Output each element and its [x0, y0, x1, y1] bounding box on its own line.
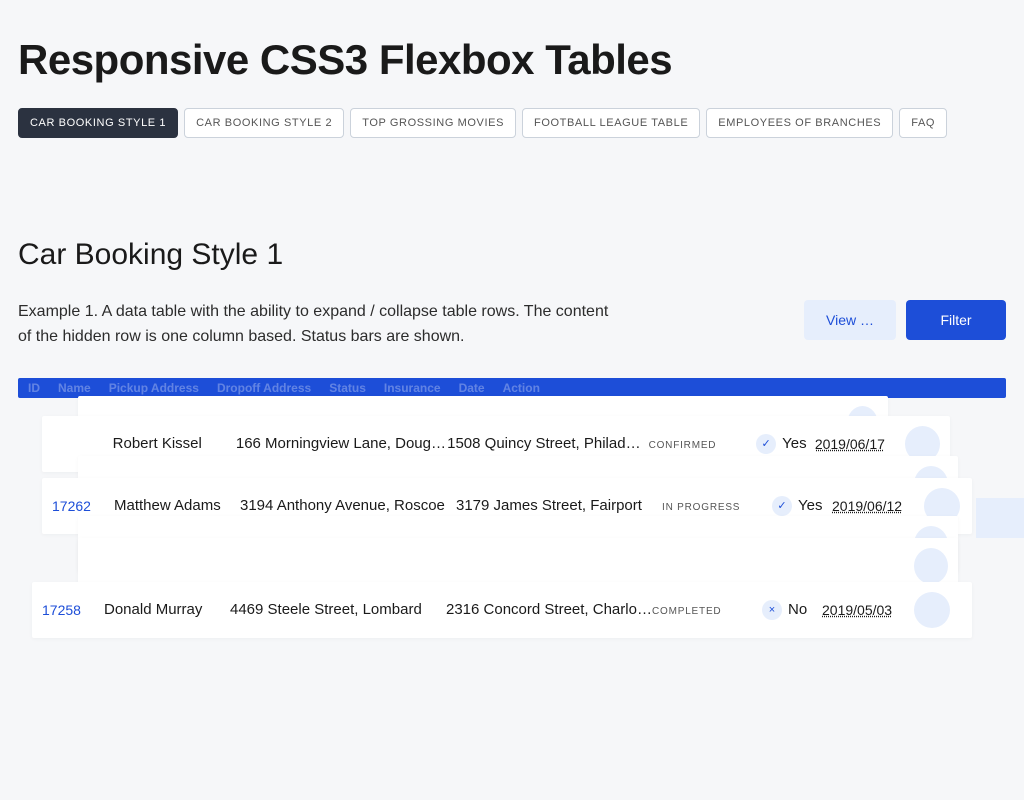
example-description: Example 1. A data table with the ability… [18, 300, 618, 350]
pickup-address: 4469 Steele Street, Lombard [230, 601, 446, 618]
expanded-row-hint [976, 498, 1024, 538]
tabs: CAR BOOKING STYLE 1 CAR BOOKING STYLE 2 … [18, 108, 1006, 138]
insurance-cell: ✓Yes [756, 434, 815, 454]
tab-top-grossing-movies[interactable]: TOP GROSSING MOVIES [350, 108, 516, 138]
row-action[interactable] [914, 592, 950, 628]
tab-faq[interactable]: FAQ [899, 108, 947, 138]
bookings-table: ID Name Pickup Address Dropoff Address S… [18, 378, 1006, 618]
tab-car-booking-style-1[interactable]: CAR BOOKING STYLE 1 [18, 108, 178, 138]
status-badge: CONFIRMED [649, 435, 757, 452]
tab-car-booking-style-2[interactable]: CAR BOOKING STYLE 2 [184, 108, 344, 138]
status-badge: COMPLETED [652, 601, 762, 618]
page-title: Responsive CSS3 Flexbox Tables [18, 36, 1006, 84]
insurance-cell: ✓Yes [772, 496, 832, 516]
table-headers: ID Name Pickup Address Dropoff Address S… [28, 381, 996, 395]
check-icon: ✓ [756, 434, 776, 454]
booking-id-link[interactable]: 17258 [42, 602, 104, 618]
booking-date: 2019/06/12 [832, 498, 924, 514]
section-car-booking-1: Car Booking Style 1 Example 1. A data ta… [18, 238, 1006, 618]
customer-name: Robert Kissel [113, 435, 236, 452]
customer-name: Donald Murray [104, 601, 230, 618]
tab-employees-of-branches[interactable]: EMPLOYEES OF BRANCHES [706, 108, 893, 138]
table-row[interactable]: 17258Donald Murray4469 Steele Street, Lo… [32, 582, 972, 638]
view-button[interactable]: View … [804, 300, 896, 340]
pickup-address: 3194 Anthony Avenue, Roscoe [240, 497, 456, 514]
cross-icon: × [762, 600, 782, 620]
check-icon: ✓ [772, 496, 792, 516]
booking-id-link[interactable]: 17262 [52, 498, 114, 514]
section-heading: Car Booking Style 1 [18, 238, 1006, 272]
expand-icon[interactable] [914, 592, 950, 628]
dropoff-address: 3179 James Street, Fairport [456, 497, 662, 514]
expand-icon[interactable] [914, 548, 948, 584]
status-badge: IN PROGRESS [662, 497, 772, 514]
pickup-address: 166 Morningview Lane, Dougherty [236, 435, 447, 452]
filter-button[interactable]: Filter [906, 300, 1006, 340]
insurance-cell: ×No [762, 600, 822, 620]
booking-date: 2019/06/17 [815, 436, 905, 452]
dropoff-address: 2316 Concord Street, Charlotte [446, 601, 652, 618]
booking-date: 2019/05/03 [822, 602, 914, 618]
customer-name: Matthew Adams [114, 497, 240, 514]
row-action[interactable] [914, 548, 948, 584]
status-badge [666, 557, 770, 574]
table-actions: View … Filter [804, 300, 1006, 340]
tab-football-league-table[interactable]: FOOTBALL LEAGUE TABLE [522, 108, 700, 138]
dropoff-address: 1508 Quincy Street, Philadelph [447, 435, 648, 452]
